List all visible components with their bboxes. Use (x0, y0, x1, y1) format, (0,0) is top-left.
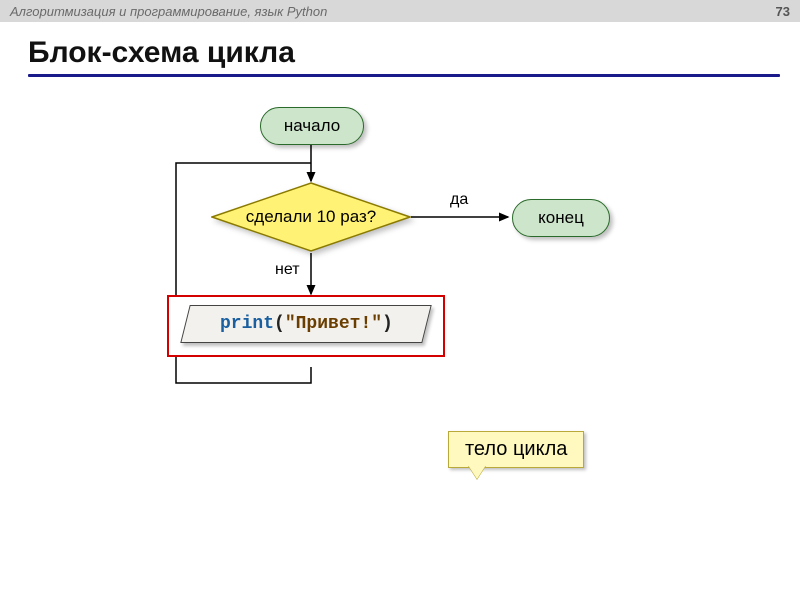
edge-label-yes: да (450, 191, 468, 209)
flowchart-process-frame: print("Привет!") (167, 295, 445, 357)
code-string: "Привет!" (284, 314, 381, 334)
start-label: начало (284, 116, 340, 136)
page-number: 73 (776, 4, 790, 19)
process-code: print("Привет!") (220, 314, 393, 334)
code-keyword: print (220, 314, 274, 334)
flowchart-process: print("Привет!") (180, 305, 431, 343)
breadcrumb: Алгоритмизация и программирование, язык … (10, 4, 327, 19)
code-open-paren: ( (274, 314, 285, 334)
flowchart-canvas: начало сделали 10 раз? да нет конец prin… (0, 77, 800, 597)
callout-loop-body: тело цикла (448, 431, 584, 468)
end-label: конец (538, 208, 584, 228)
callout-tail (468, 465, 486, 479)
flowchart-decision: сделали 10 раз? (211, 182, 411, 252)
flowchart-end: конец (512, 199, 610, 237)
page-title: Блок-схема цикла (28, 36, 800, 70)
decision-label: сделали 10 раз? (246, 207, 376, 227)
header-bar: Алгоритмизация и программирование, язык … (0, 0, 800, 22)
flowchart-start: начало (260, 107, 364, 145)
edge-label-no: нет (275, 261, 300, 279)
code-close-paren: ) (382, 314, 393, 334)
callout-text: тело цикла (465, 438, 567, 460)
